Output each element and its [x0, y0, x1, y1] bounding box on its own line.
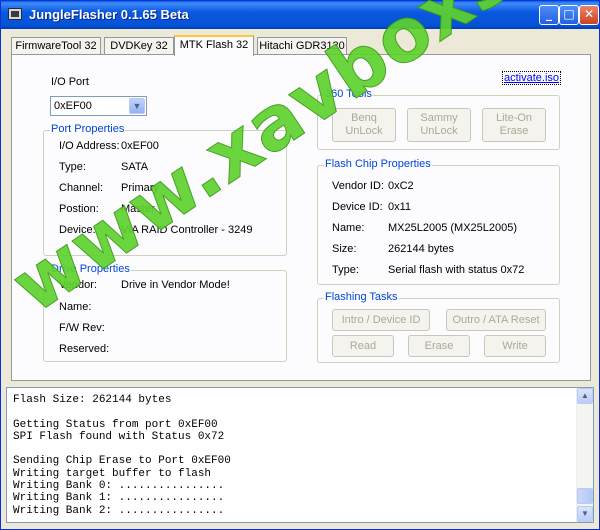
benq-unlock-button[interactable]: Benq UnLock — [332, 108, 396, 142]
scroll-up-icon[interactable]: ▲ — [577, 388, 593, 404]
device-value: VIA RAID Controller - 3249 — [121, 224, 253, 236]
io-port-label: I/O Port — [51, 76, 89, 88]
drive-properties-group: Drive Properties Vendor: Drive in Vendor… — [43, 263, 287, 362]
vendor-id-value: 0xC2 — [388, 180, 414, 192]
read-button[interactable]: Read — [332, 335, 394, 357]
tab-panel: I/O Port 0xEF00 ▼ activate.iso Port Prop… — [11, 54, 591, 381]
flashing-tasks-title: Flashing Tasks — [324, 291, 399, 303]
tools-360-title: 360 Tools — [324, 88, 373, 100]
channel-value: Primary — [121, 182, 159, 194]
erase-button[interactable]: Erase — [408, 335, 470, 357]
title-bar[interactable]: JungleFlasher 0.1.65 Beta _ □ ✕ — [1, 1, 599, 29]
name-label: Name: — [59, 301, 92, 313]
window-title: JungleFlasher 0.1.65 Beta — [29, 7, 189, 22]
size-label: Size: — [332, 243, 357, 255]
minimize-button[interactable]: _ — [539, 5, 559, 25]
vendor-id-label: Vendor ID: — [332, 180, 384, 192]
sammy-unlock-button[interactable]: Sammy UnLock — [407, 108, 471, 142]
drive-properties-title: Drive Properties — [50, 263, 131, 275]
app-window: JungleFlasher 0.1.65 Beta _ □ ✕ Firmware… — [0, 0, 600, 530]
liteon-erase-button[interactable]: Lite-On Erase — [482, 108, 546, 142]
outro-ata-reset-button[interactable]: Outro / ATA Reset — [446, 309, 546, 331]
flash-chip-group: Flash Chip Properties Vendor ID: 0xC2 De… — [317, 158, 560, 285]
flash-chip-title: Flash Chip Properties — [324, 158, 432, 170]
type-value: SATA — [121, 161, 149, 173]
log-scrollbar[interactable]: ▲ ▼ — [576, 388, 593, 522]
io-port-value: 0xEF00 — [54, 100, 92, 112]
chip-type-label: Type: — [332, 264, 359, 276]
device-label: Device: — [59, 224, 96, 236]
size-value: 262144 bytes — [388, 243, 455, 255]
write-button[interactable]: Write — [484, 335, 546, 357]
device-id-label: Device ID: — [332, 201, 383, 213]
close-button[interactable]: ✕ — [579, 5, 599, 25]
scroll-down-icon[interactable]: ▼ — [577, 506, 593, 522]
port-properties-title: Port Properties — [50, 123, 126, 135]
chip-type-value: Serial flash with status 0x72 — [388, 264, 525, 276]
log-textbox[interactable]: Flash Size: 262144 bytes Getting Status … — [6, 387, 594, 523]
type-label: Type: — [59, 161, 86, 173]
vendor-label: Vendor: — [59, 279, 97, 291]
app-chip-icon — [8, 8, 22, 20]
chip-name-value: MX25L2005 (MX25L2005) — [388, 222, 518, 234]
chevron-down-icon[interactable]: ▼ — [129, 98, 145, 114]
scrollbar-thumb[interactable] — [577, 488, 593, 504]
flashing-tasks-group: Flashing Tasks Intro / Device ID Outro /… — [317, 291, 560, 363]
tools-360-group: 360 Tools Benq UnLock Sammy UnLock Lite-On… — [317, 88, 560, 150]
tab-firmwaretool[interactable]: FirmwareTool 32 — [11, 37, 101, 55]
port-properties-group: Port Properties I/O Address: 0xEF00 Type… — [43, 123, 287, 256]
chip-name-label: Name: — [332, 222, 365, 234]
intro-device-id-button[interactable]: Intro / Device ID — [332, 309, 430, 331]
tab-hitachi[interactable]: Hitachi GDR3120 — [257, 37, 347, 55]
log-text: Flash Size: 262144 bytes Getting Status … — [13, 394, 231, 517]
maximize-button[interactable]: □ — [559, 5, 579, 25]
vendor-value: Drive in Vendor Mode! — [121, 279, 230, 291]
io-port-select[interactable]: 0xEF00 ▼ — [50, 96, 147, 116]
device-id-value: 0x11 — [388, 201, 412, 213]
tab-dvdkey[interactable]: DVDKey 32 — [104, 37, 174, 55]
io-address-label: I/O Address: — [59, 140, 120, 152]
io-address-value: 0xEF00 — [121, 140, 159, 152]
position-label: Postion: — [59, 203, 99, 215]
tab-mtk-flash[interactable]: MTK Flash 32 — [174, 35, 254, 56]
position-value: Master — [121, 203, 155, 215]
reserved-label: Reserved: — [59, 343, 110, 355]
channel-label: Channel: — [59, 182, 104, 194]
fw-rev-label: F/W Rev: — [59, 322, 105, 334]
activate-iso-link[interactable]: activate.iso — [502, 71, 562, 85]
